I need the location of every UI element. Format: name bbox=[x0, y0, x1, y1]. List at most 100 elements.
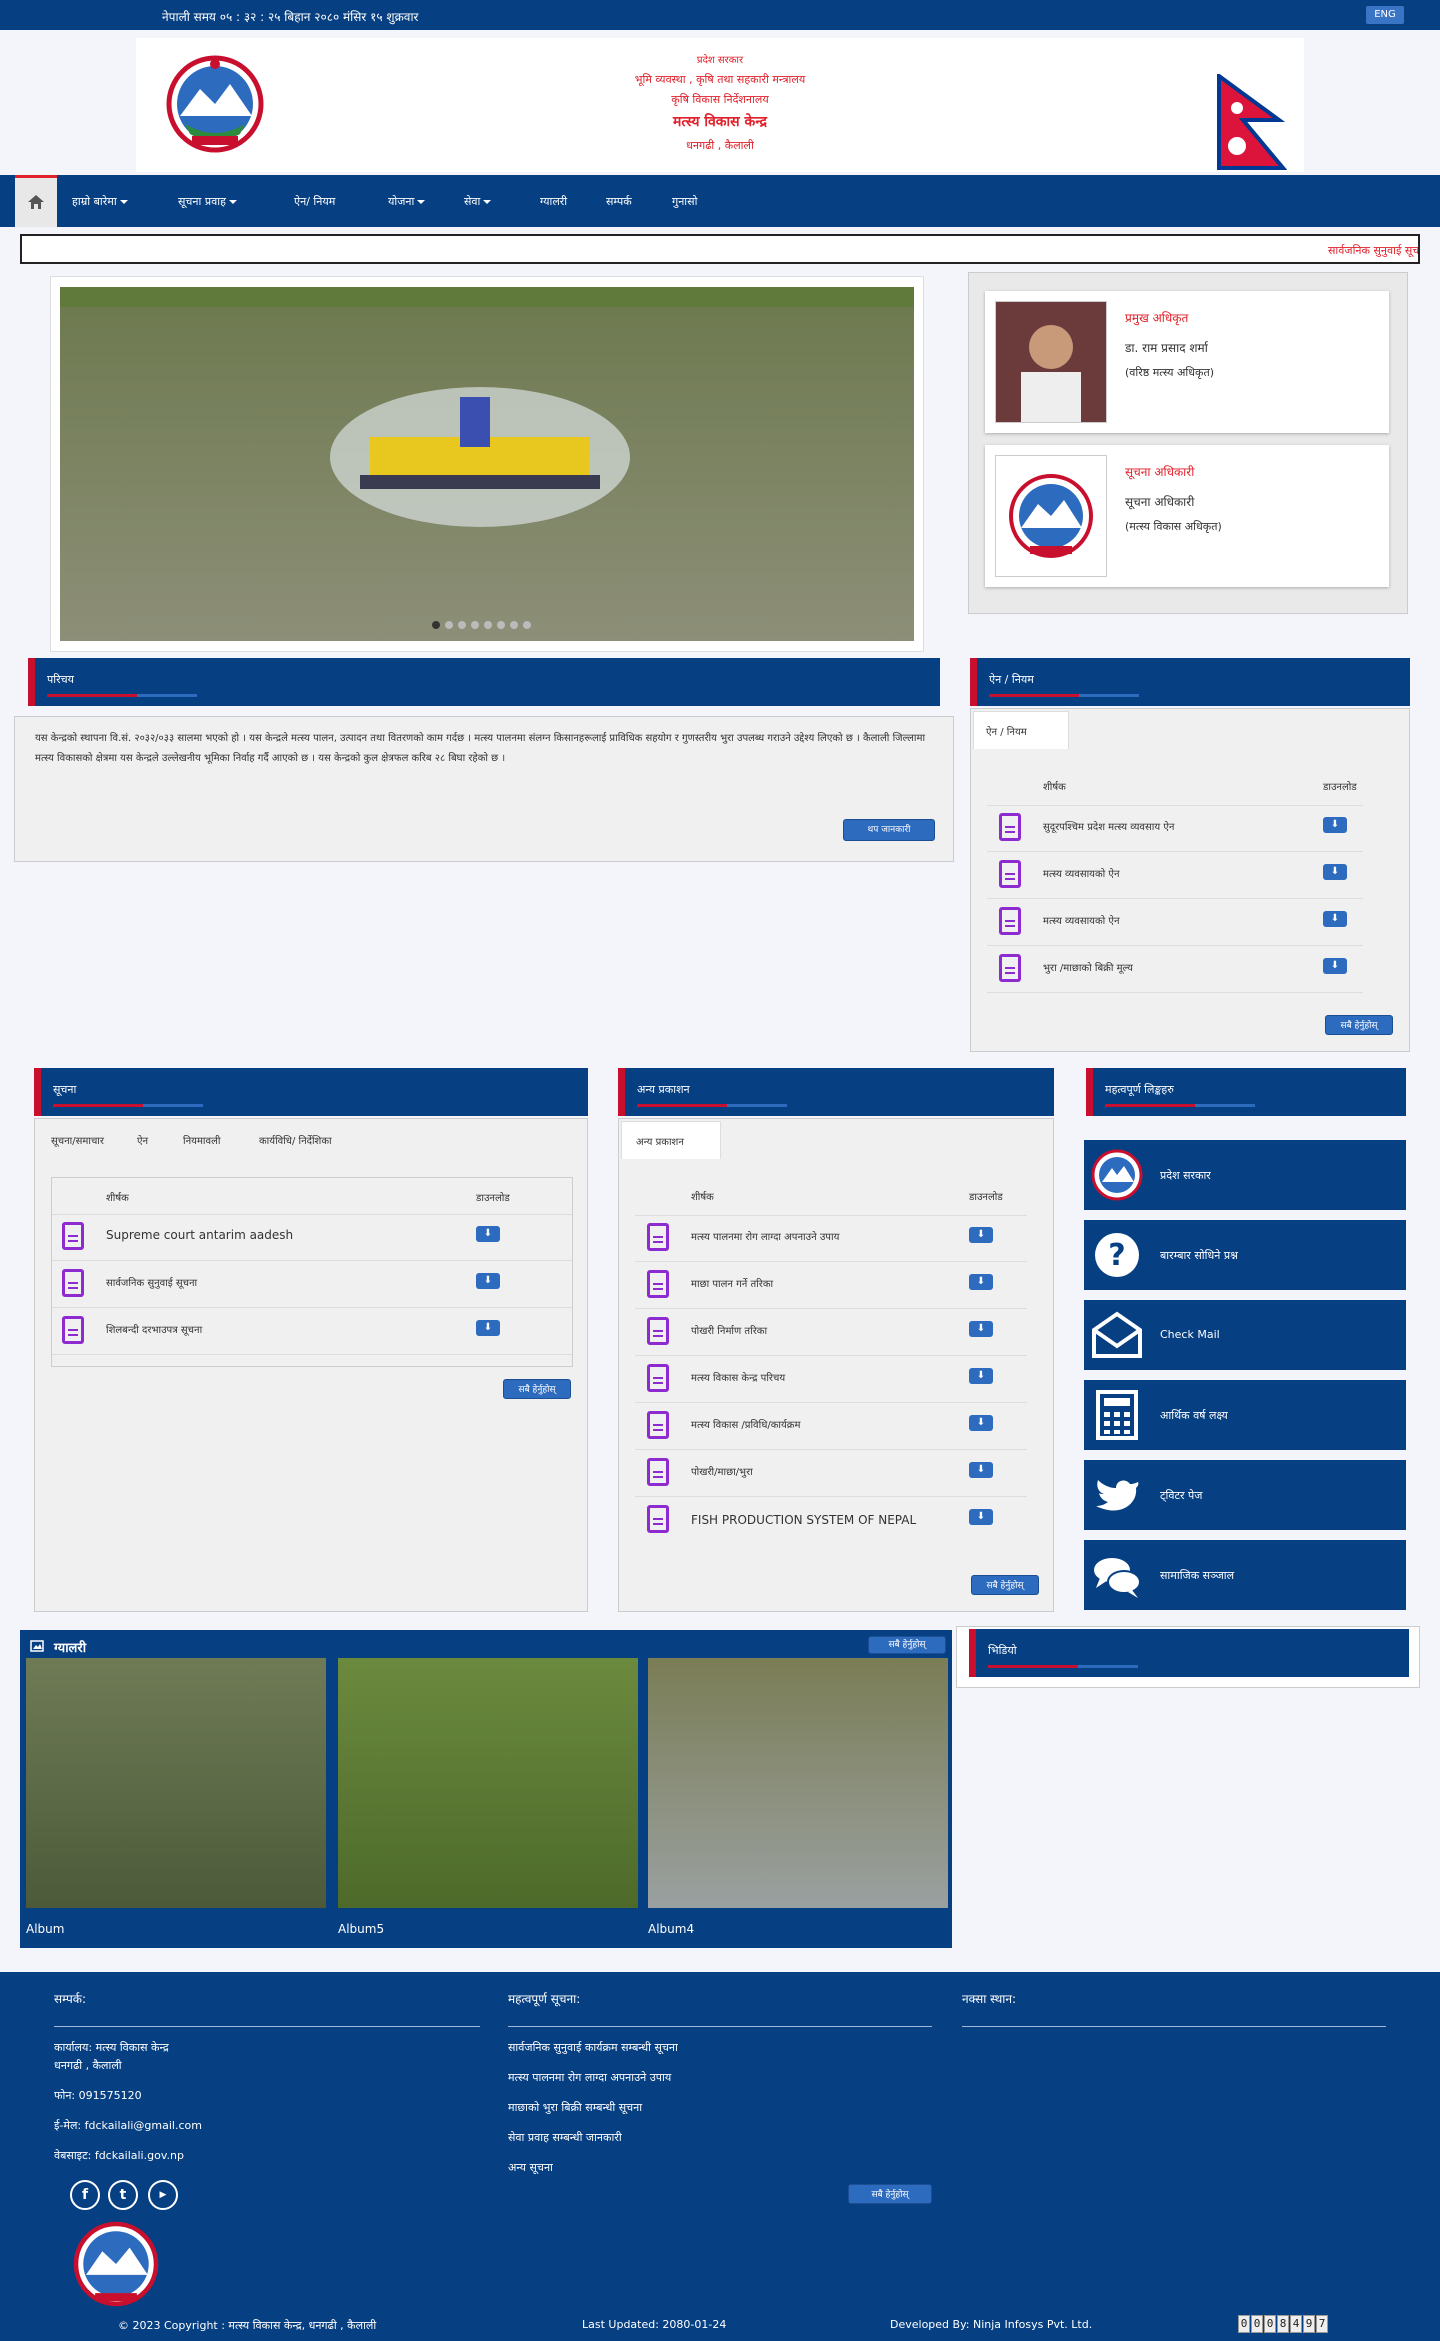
image-slider bbox=[50, 276, 924, 652]
download-icon[interactable]: ⬇ bbox=[969, 1227, 993, 1243]
download-icon[interactable]: ⬇ bbox=[969, 1415, 993, 1431]
link-tile-calculator[interactable]: आर्थिक वर्ष लक्ष्य bbox=[1084, 1380, 1406, 1450]
publications-col-download: डाउनलोड bbox=[969, 1192, 1003, 1203]
nav-item-plans[interactable]: योजना bbox=[388, 194, 426, 209]
document-icon bbox=[62, 1269, 84, 1297]
tab-notice[interactable]: सूचना/समाचार bbox=[51, 1133, 104, 1147]
footer-website[interactable]: वेबसाइट: fdckailali.gov.np bbox=[54, 2148, 184, 2163]
tab-notice[interactable]: ऐन bbox=[137, 1133, 148, 1147]
counter-digit: 4 bbox=[1290, 2315, 1302, 2333]
counter-digit: 0 bbox=[1251, 2315, 1263, 2333]
developer-credit[interactable]: Developed By: Ninja Infosys Pvt. Ltd. bbox=[890, 2318, 1092, 2331]
row-divider bbox=[987, 851, 1363, 852]
nav-item-contact[interactable]: सम्पर्क bbox=[606, 194, 632, 209]
publication-title[interactable]: पोखरी निर्माण तरिका bbox=[691, 1323, 931, 1341]
act-title[interactable]: मत्स्य व्यवसायको ऐन bbox=[1043, 913, 1120, 927]
row-divider bbox=[987, 945, 1363, 946]
act-title[interactable]: भुरा /माछाको बिक्री मूल्य bbox=[1043, 960, 1133, 974]
about-panel: यस केन्द्रको स्थापना वि.सं. २०३२/०३३ साल… bbox=[14, 716, 954, 862]
link-tile-emblem[interactable]: प्रदेश सरकार bbox=[1084, 1140, 1406, 1210]
nav-label: हाम्रो बारेमा bbox=[72, 195, 117, 208]
album-card[interactable]: Album4 bbox=[648, 1658, 948, 1942]
download-icon[interactable]: ⬇ bbox=[969, 1274, 993, 1290]
ticker-text[interactable]: सार्वजनिक सुनुवाई सूचना bbox=[1328, 243, 1418, 258]
notice-title[interactable]: Supreme court antarim aadesh bbox=[106, 1228, 293, 1242]
act-title[interactable]: मत्स्य व्यवसायको ऐन bbox=[1043, 866, 1120, 880]
album-label[interactable]: Album4 bbox=[648, 1922, 694, 1936]
slider-dots[interactable] bbox=[431, 620, 551, 630]
notice-title[interactable]: सार्वजनिक सुनुवाई सूचना bbox=[106, 1275, 197, 1289]
copyright-text: © 2023 Copyright : मत्स्य विकास केन्द्र,… bbox=[118, 2319, 377, 2332]
home-button[interactable] bbox=[15, 175, 57, 227]
publication-title[interactable]: पोखरी/माछा/भुरा bbox=[691, 1464, 931, 1482]
youtube-icon[interactable]: ▶ bbox=[148, 2180, 178, 2210]
button-label: थप जानकारी bbox=[867, 825, 911, 835]
caret-down-icon bbox=[228, 200, 237, 204]
acts-panel-header: ऐन / नियम bbox=[970, 658, 1410, 706]
download-icon[interactable]: ⬇ bbox=[969, 1509, 993, 1525]
act-title[interactable]: सुदूरपश्चिम प्रदेश मत्स्य व्यवसाय ऐन bbox=[1043, 819, 1174, 833]
about-more-button[interactable]: थप जानकारी bbox=[843, 819, 935, 841]
link-tile-mail[interactable]: Check Mail bbox=[1084, 1300, 1406, 1370]
download-icon[interactable]: ⬇ bbox=[1323, 864, 1347, 880]
album-card[interactable]: Album bbox=[26, 1658, 326, 1942]
footer-notice-link[interactable]: सार्वजनिक सुनुवाई कार्यक्रम सम्बन्धी सूच… bbox=[508, 2040, 678, 2055]
download-icon[interactable]: ⬇ bbox=[1323, 911, 1347, 927]
publication-title[interactable]: मत्स्य विकास /प्रविधि/कार्यक्रम bbox=[691, 1417, 931, 1435]
footer-notice-link[interactable]: सेवा प्रवाह सम्बन्धी जानकारी bbox=[508, 2130, 622, 2145]
download-icon[interactable]: ⬇ bbox=[969, 1368, 993, 1384]
tab-acts[interactable]: ऐन / नियम bbox=[973, 711, 1069, 749]
nav-item-about[interactable]: हाम्रो बारेमा bbox=[72, 194, 128, 209]
download-icon[interactable]: ⬇ bbox=[476, 1273, 500, 1289]
nav-item-services[interactable]: सेवा bbox=[464, 194, 492, 209]
twitter-icon bbox=[1090, 1468, 1144, 1522]
album-thumbnail[interactable] bbox=[26, 1658, 326, 1908]
document-icon bbox=[999, 860, 1021, 888]
download-icon[interactable]: ⬇ bbox=[969, 1321, 993, 1337]
footer-more-button[interactable]: सबै हेर्नुहोस् bbox=[848, 2184, 932, 2204]
publication-title[interactable]: मत्स्य पालनमा रोग लाग्दा अपनाउने उपाय bbox=[691, 1229, 931, 1247]
album-thumbnail[interactable] bbox=[648, 1658, 948, 1908]
download-icon[interactable]: ⬇ bbox=[1323, 817, 1347, 833]
gallery-view-all-button[interactable]: सबै हेर्नुहोस् bbox=[868, 1636, 946, 1654]
album-label[interactable]: Album5 bbox=[338, 1922, 384, 1936]
news-ticker[interactable]: सार्वजनिक सुनुवाई सूचना bbox=[20, 234, 1420, 264]
notice-title[interactable]: शिलबन्दी दरभाउपत्र सूचना bbox=[106, 1322, 202, 1336]
publication-title[interactable]: FISH PRODUCTION SYSTEM OF NEPAL bbox=[691, 1511, 931, 1529]
footer-notice-link[interactable]: मत्स्य पालनमा रोग लाग्दा अपनाउने उपाय bbox=[508, 2070, 671, 2085]
publication-title[interactable]: माछा पालन गर्ने तरिका bbox=[691, 1276, 931, 1294]
nav-item-information[interactable]: सूचना प्रवाह bbox=[178, 194, 237, 209]
nav-item-acts[interactable]: ऐन/ नियम bbox=[294, 194, 335, 209]
album-card[interactable]: Album5 bbox=[338, 1658, 638, 1942]
header-line-2: भूमि व्यवस्था , कृषि तथा सहकारी मन्त्राल… bbox=[634, 73, 806, 86]
tab-publications[interactable]: अन्य प्रकाशन bbox=[621, 1121, 721, 1159]
tab-notice[interactable]: नियमावली bbox=[183, 1133, 220, 1147]
notices-view-all-button[interactable]: सबै हेर्नुहोस् bbox=[503, 1379, 571, 1399]
nav-item-gallery[interactable]: ग्यालरी bbox=[540, 194, 567, 209]
footer-email[interactable]: ई-मेल: fdckailali@gmail.com bbox=[54, 2118, 202, 2133]
facebook-icon[interactable]: f bbox=[70, 2180, 100, 2210]
nav-label: ऐन/ नियम bbox=[294, 195, 336, 208]
link-tile-chat[interactable]: सामाजिक सञ्जाल bbox=[1084, 1540, 1406, 1610]
nav-item-grievance[interactable]: गुनासो bbox=[672, 194, 697, 209]
official-title: (मत्स्य विकास अधिकृत) bbox=[1125, 520, 1222, 533]
footer-notice-link[interactable]: अन्य सूचना bbox=[508, 2160, 553, 2175]
album-label[interactable]: Album bbox=[26, 1922, 64, 1936]
visitor-counter: 0008497 bbox=[1238, 2315, 1329, 2333]
album-thumbnail[interactable] bbox=[338, 1658, 638, 1908]
download-icon[interactable]: ⬇ bbox=[476, 1320, 500, 1336]
footer-notice-link[interactable]: माछाको भुरा बिक्री सम्बन्धी सूचना bbox=[508, 2100, 642, 2115]
publications-view-all-button[interactable]: सबै हेर्नुहोस् bbox=[971, 1575, 1039, 1595]
link-tile-twitter[interactable]: ट्विटर पेज bbox=[1084, 1460, 1406, 1530]
download-icon[interactable]: ⬇ bbox=[1323, 958, 1347, 974]
acts-view-all-button[interactable]: सबै हेर्नुहोस् bbox=[1325, 1015, 1393, 1035]
tab-notice[interactable]: कार्यविधि/ निर्देशिका bbox=[259, 1133, 332, 1147]
link-tile-question[interactable]: ? बारम्बार सोधिने प्रश्न bbox=[1084, 1220, 1406, 1290]
publication-title[interactable]: मत्स्य विकास केन्द्र परिचय bbox=[691, 1370, 931, 1388]
slider-indicators[interactable] bbox=[431, 619, 551, 629]
language-toggle-button[interactable]: ENG bbox=[1366, 6, 1404, 24]
download-icon[interactable]: ⬇ bbox=[476, 1226, 500, 1242]
twitter-icon[interactable]: t bbox=[108, 2180, 138, 2210]
caret-down-icon bbox=[417, 200, 426, 204]
download-icon[interactable]: ⬇ bbox=[969, 1462, 993, 1478]
